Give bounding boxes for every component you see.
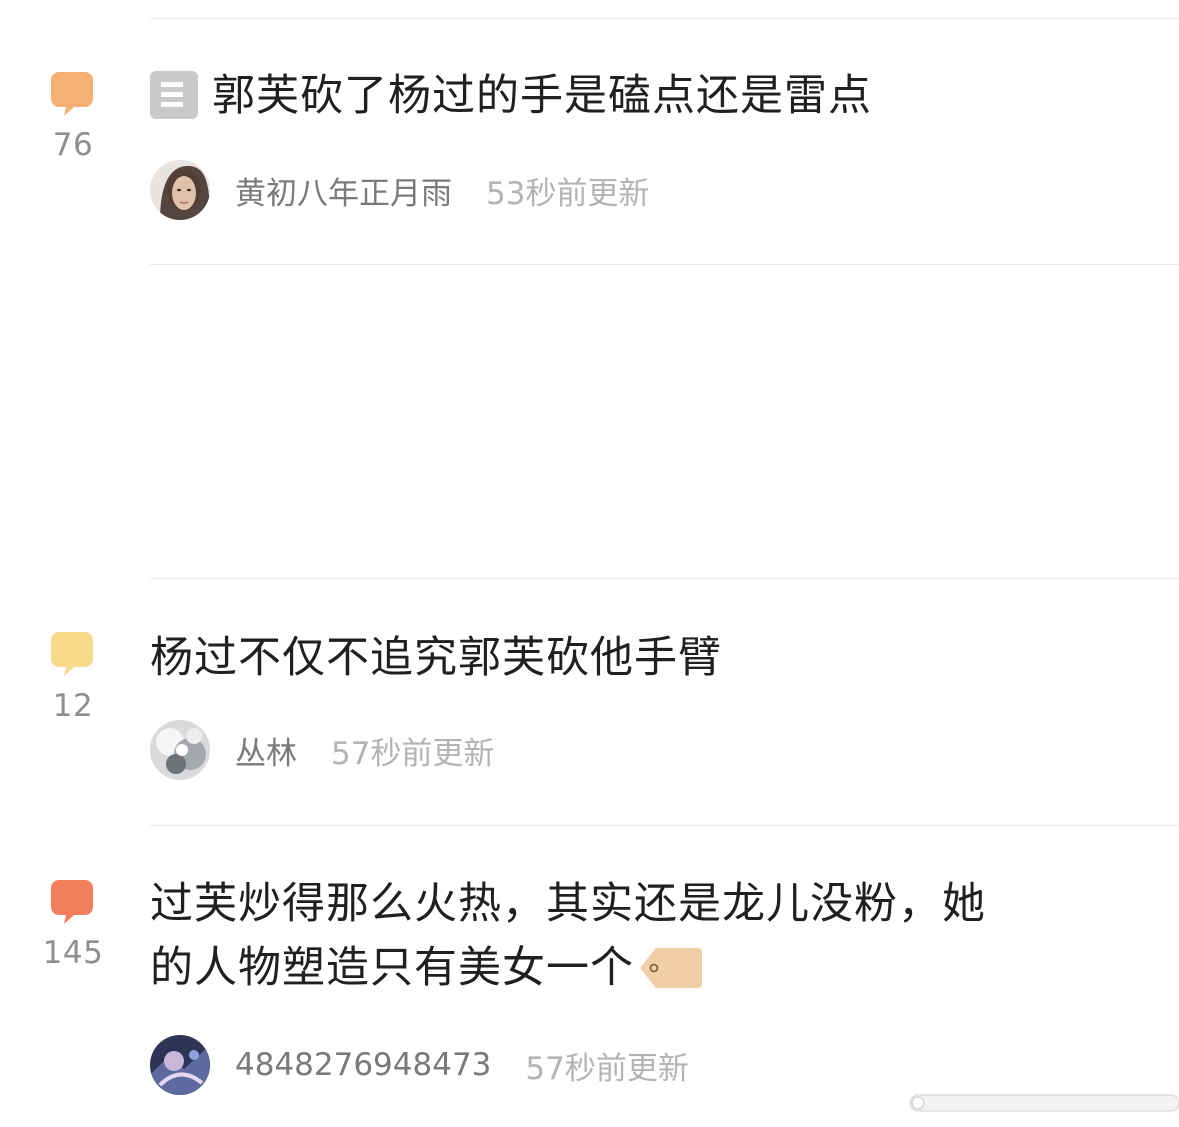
thread-title-text: 的人物塑造只有美女一个 [150,943,634,993]
scroll-indicator[interactable] [908,1092,1179,1114]
thread-title[interactable]: 过芙炒得那么火热，其实还是龙儿没粉，她 的人物塑造只有美女一个 [150,872,1119,1000]
document-icon [150,70,198,119]
reply-bubble-icon [51,72,93,116]
thread-title[interactable]: 杨过不仅不追究郭芙砍他手臂 [150,626,1119,690]
reply-bubble-icon [51,880,93,924]
user-avatar[interactable] [150,1035,210,1095]
divider [150,578,1179,579]
reply-count: 12 [52,688,94,724]
avatar-image-icon [150,1035,210,1095]
avatar-image-icon [150,160,210,220]
author-name[interactable]: 黄初八年正月雨 [235,168,452,213]
thread-title-text: 郭芙砍了杨过的手是磕点还是雷点 [212,71,872,121]
avatar-image-icon [150,720,210,780]
author-name[interactable]: 丛林 [235,728,297,773]
reply-count: 145 [42,935,104,971]
divider [150,825,1179,826]
thread-meta: 黄初八年正月雨 53秒前更新 [150,160,649,220]
user-avatar[interactable] [150,720,210,780]
thread-title-text: 杨过不仅不追究郭芙砍他手臂 [150,633,722,683]
thread-title-line-2: 的人物塑造只有美女一个 [150,936,1119,1000]
reply-bubble-icon [51,632,93,676]
thread-title-line: 过芙炒得那么火热，其实还是龙儿没粉，她 [150,879,986,929]
divider [150,264,1179,265]
update-time: 57秒前更新 [525,1050,689,1087]
update-time: 53秒前更新 [486,175,650,212]
thread-title[interactable]: 郭芙砍了杨过的手是磕点还是雷点 [150,64,1119,128]
divider [150,18,1179,19]
author-name[interactable]: 4848276948473 [235,1047,491,1083]
thread-meta: 丛林 57秒前更新 [150,720,494,780]
user-avatar[interactable] [150,160,210,220]
reply-count: 76 [52,127,94,163]
update-time: 57秒前更新 [331,735,495,772]
thread-meta: 4848276948473 57秒前更新 [150,1035,689,1095]
price-tag-icon [640,947,702,988]
